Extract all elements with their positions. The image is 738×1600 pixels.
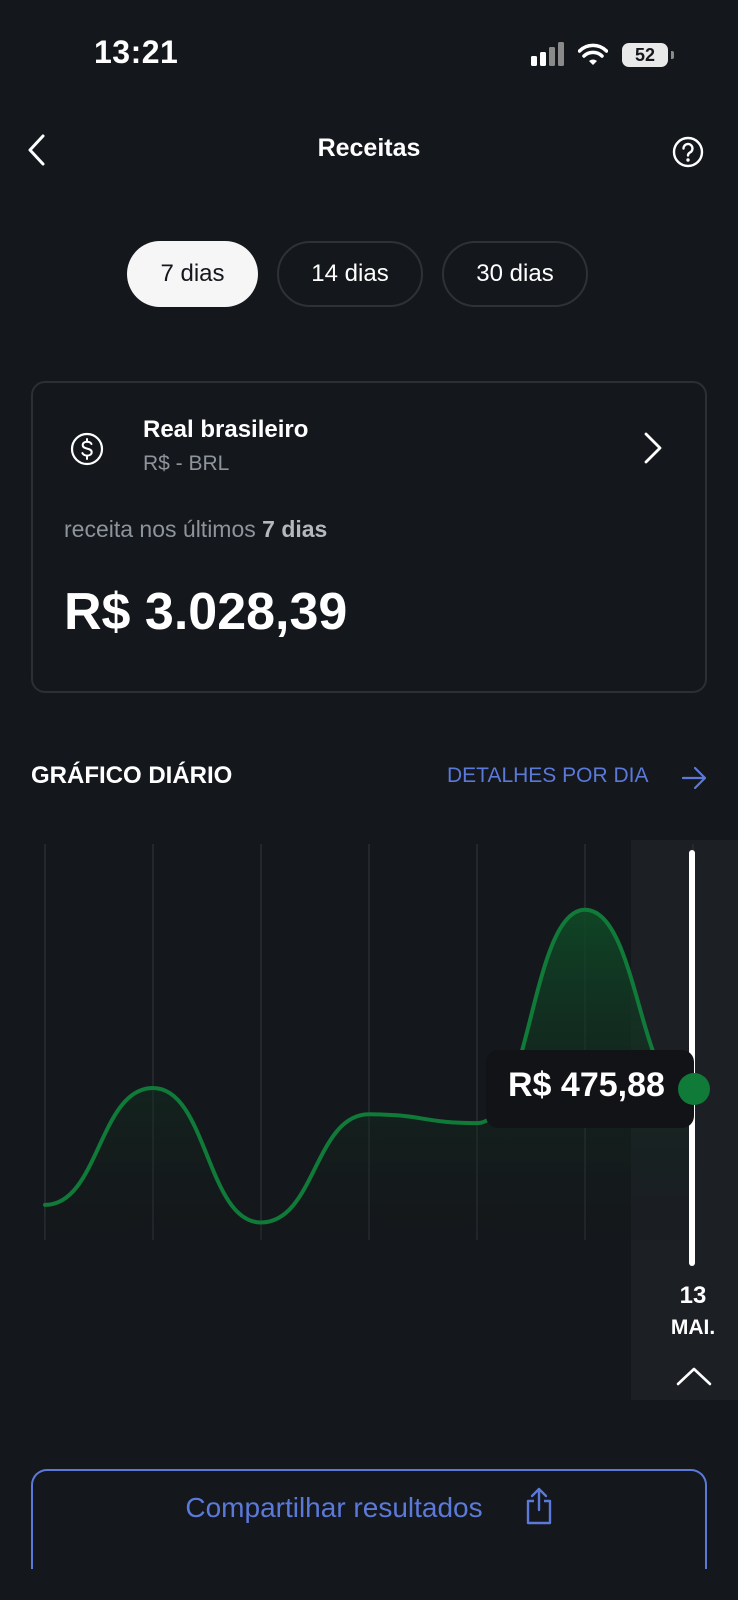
share-results-label: Compartilhar resultados <box>185 1492 483 1523</box>
selected-date-month: MAI. <box>670 1316 716 1339</box>
period-14-days-button[interactable]: 14 dias <box>277 241 423 307</box>
selected-date-day: 13 <box>679 1282 707 1309</box>
battery-indicator: 52 <box>622 43 674 67</box>
period-30-days-button[interactable]: 30 dias <box>442 241 588 307</box>
status-icons: 52 <box>530 40 674 70</box>
revenue-period-days: 7 dias <box>262 516 328 542</box>
revenue-amount: R$ 3.028,39 <box>64 583 348 641</box>
currency-code: R$ - BRL <box>143 452 230 475</box>
section-title: GRÁFICO DIÁRIO <box>31 762 233 789</box>
selected-point <box>678 1073 710 1105</box>
revenue-period-prefix: receita nos últimos <box>64 516 263 542</box>
page-title: Receitas <box>317 134 421 162</box>
arrow-right-icon[interactable] <box>680 764 708 792</box>
chevron-up-icon[interactable] <box>674 1364 714 1388</box>
dollar-coin-icon <box>70 432 104 466</box>
chevron-right-icon[interactable] <box>640 430 666 466</box>
currency-name: Real brasileiro <box>143 416 309 443</box>
help-icon[interactable] <box>672 136 704 168</box>
period-7-days-button[interactable]: 7 dias <box>127 241 258 307</box>
details-by-day-link[interactable]: DETALHES POR DIA <box>447 764 649 788</box>
wifi-icon <box>578 43 608 65</box>
share-icon <box>526 1487 552 1525</box>
cellular-signal-icon <box>531 42 564 66</box>
tooltip-value: R$ 475,88 <box>508 1066 665 1104</box>
status-time: 13:21 <box>94 34 179 70</box>
revenue-period-label: receita nos últimos 7 dias <box>64 516 327 543</box>
